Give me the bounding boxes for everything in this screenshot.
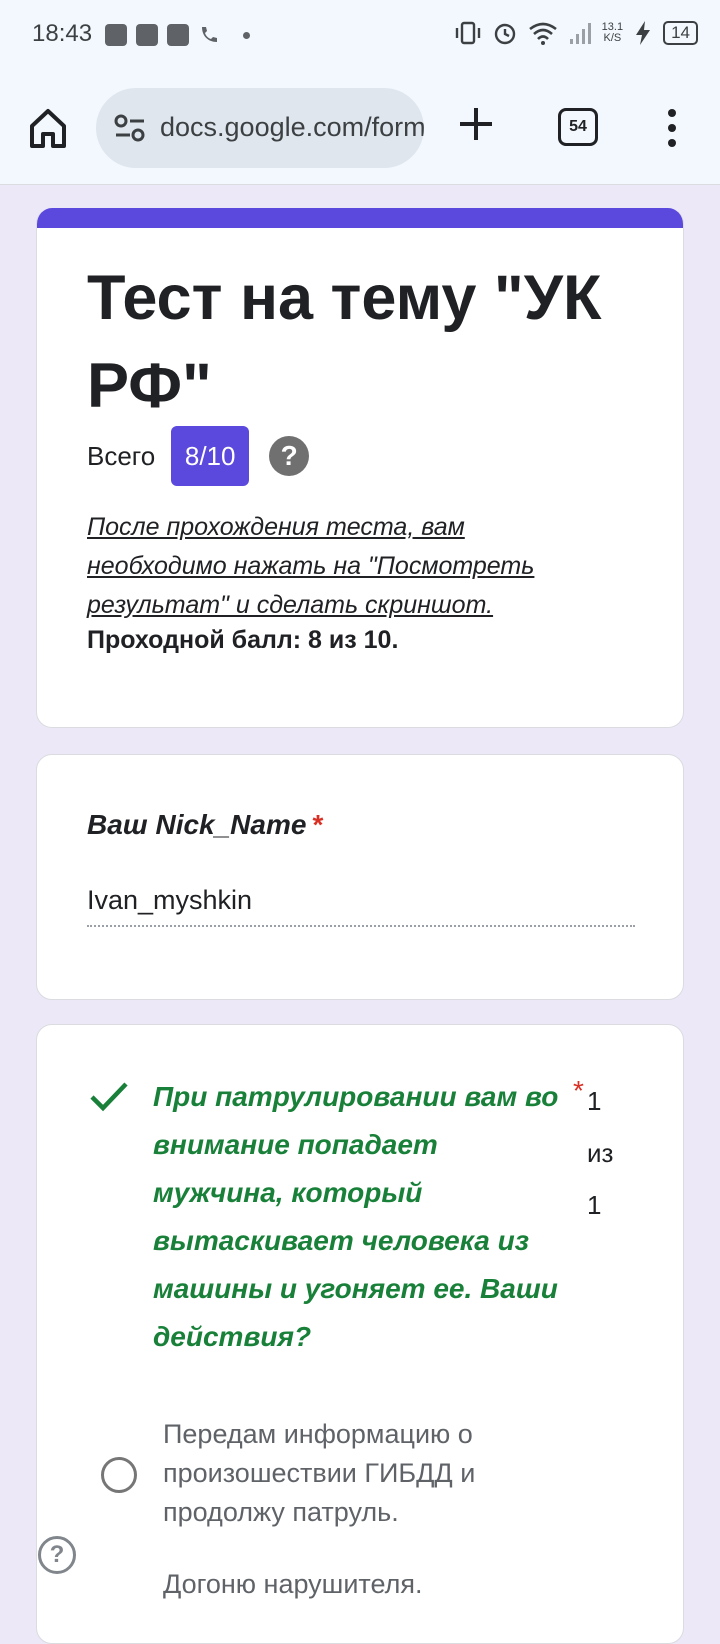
site-settings-icon[interactable] bbox=[114, 114, 146, 142]
new-tab-icon[interactable] bbox=[458, 106, 494, 142]
question-points: 1 из 1 bbox=[587, 1086, 614, 1220]
status-bar: 18:43 13.1 K/S 14 bbox=[0, 0, 720, 72]
app-notification-icon bbox=[105, 24, 127, 46]
floating-help-icon[interactable]: ? bbox=[38, 1536, 76, 1574]
header-accent-bar bbox=[37, 208, 683, 228]
radio-button[interactable] bbox=[101, 1457, 137, 1493]
signal-icon bbox=[569, 23, 591, 44]
required-mark: * bbox=[573, 1075, 584, 1106]
app-notification-icon bbox=[136, 24, 158, 46]
required-mark: * bbox=[312, 809, 324, 840]
question-text: При патрулировании вам во внимание попад… bbox=[153, 1081, 559, 1352]
passing-score: Проходной балл: 8 из 10. bbox=[87, 626, 399, 654]
wifi-icon bbox=[528, 22, 557, 45]
url-text: docs.google.com/forms bbox=[160, 112, 424, 142]
book-notification-icon bbox=[167, 24, 189, 46]
option-label: Догоню нарушителя. bbox=[163, 1569, 423, 1599]
browser-toolbar: docs.google.com/forms 54 bbox=[0, 72, 720, 185]
more-notifications-dot bbox=[243, 31, 250, 39]
total-score: Всего 8/10 ? bbox=[87, 426, 310, 486]
help-icon[interactable]: ? bbox=[269, 436, 310, 476]
question-card: При патрулировании вам во внимание попад… bbox=[36, 1024, 684, 1644]
option-label: Передам информацию о произошествии ГИБДД… bbox=[163, 1419, 476, 1527]
form-title: Тест на тему "УК РФ" bbox=[87, 263, 602, 421]
score-label: Всего bbox=[87, 440, 156, 471]
missed-call-icon bbox=[202, 27, 217, 42]
status-time: 18:43 bbox=[32, 20, 93, 47]
more-menu-icon[interactable] bbox=[664, 108, 680, 148]
question-label: Ваш Nick_Name * bbox=[87, 809, 324, 840]
nickname-question-card: Ваш Nick_Name * Ivan_myshkin bbox=[36, 754, 684, 1000]
net-speed: 13.1 K/S bbox=[601, 21, 624, 44]
notification-icons bbox=[105, 24, 250, 46]
answer-underline bbox=[87, 925, 635, 927]
charging-icon bbox=[636, 21, 651, 45]
battery-level: 14 bbox=[663, 21, 698, 45]
vibrate-icon bbox=[455, 21, 480, 45]
system-status: 13.1 K/S 14 bbox=[454, 20, 698, 46]
correct-check-icon bbox=[90, 1082, 128, 1112]
form-header-card: Тест на тему "УК РФ" Всего 8/10 ? После … bbox=[36, 208, 684, 728]
home-icon[interactable] bbox=[28, 106, 68, 150]
address-bar[interactable]: docs.google.com/forms bbox=[96, 88, 424, 168]
score-badge: 8/10 bbox=[171, 426, 250, 486]
tab-switcher-button[interactable]: 54 bbox=[558, 108, 598, 146]
alarm-icon bbox=[494, 23, 515, 45]
nickname-answer: Ivan_myshkin bbox=[87, 885, 253, 915]
form-description: После прохождения теста, вам необходимо … bbox=[87, 513, 535, 619]
